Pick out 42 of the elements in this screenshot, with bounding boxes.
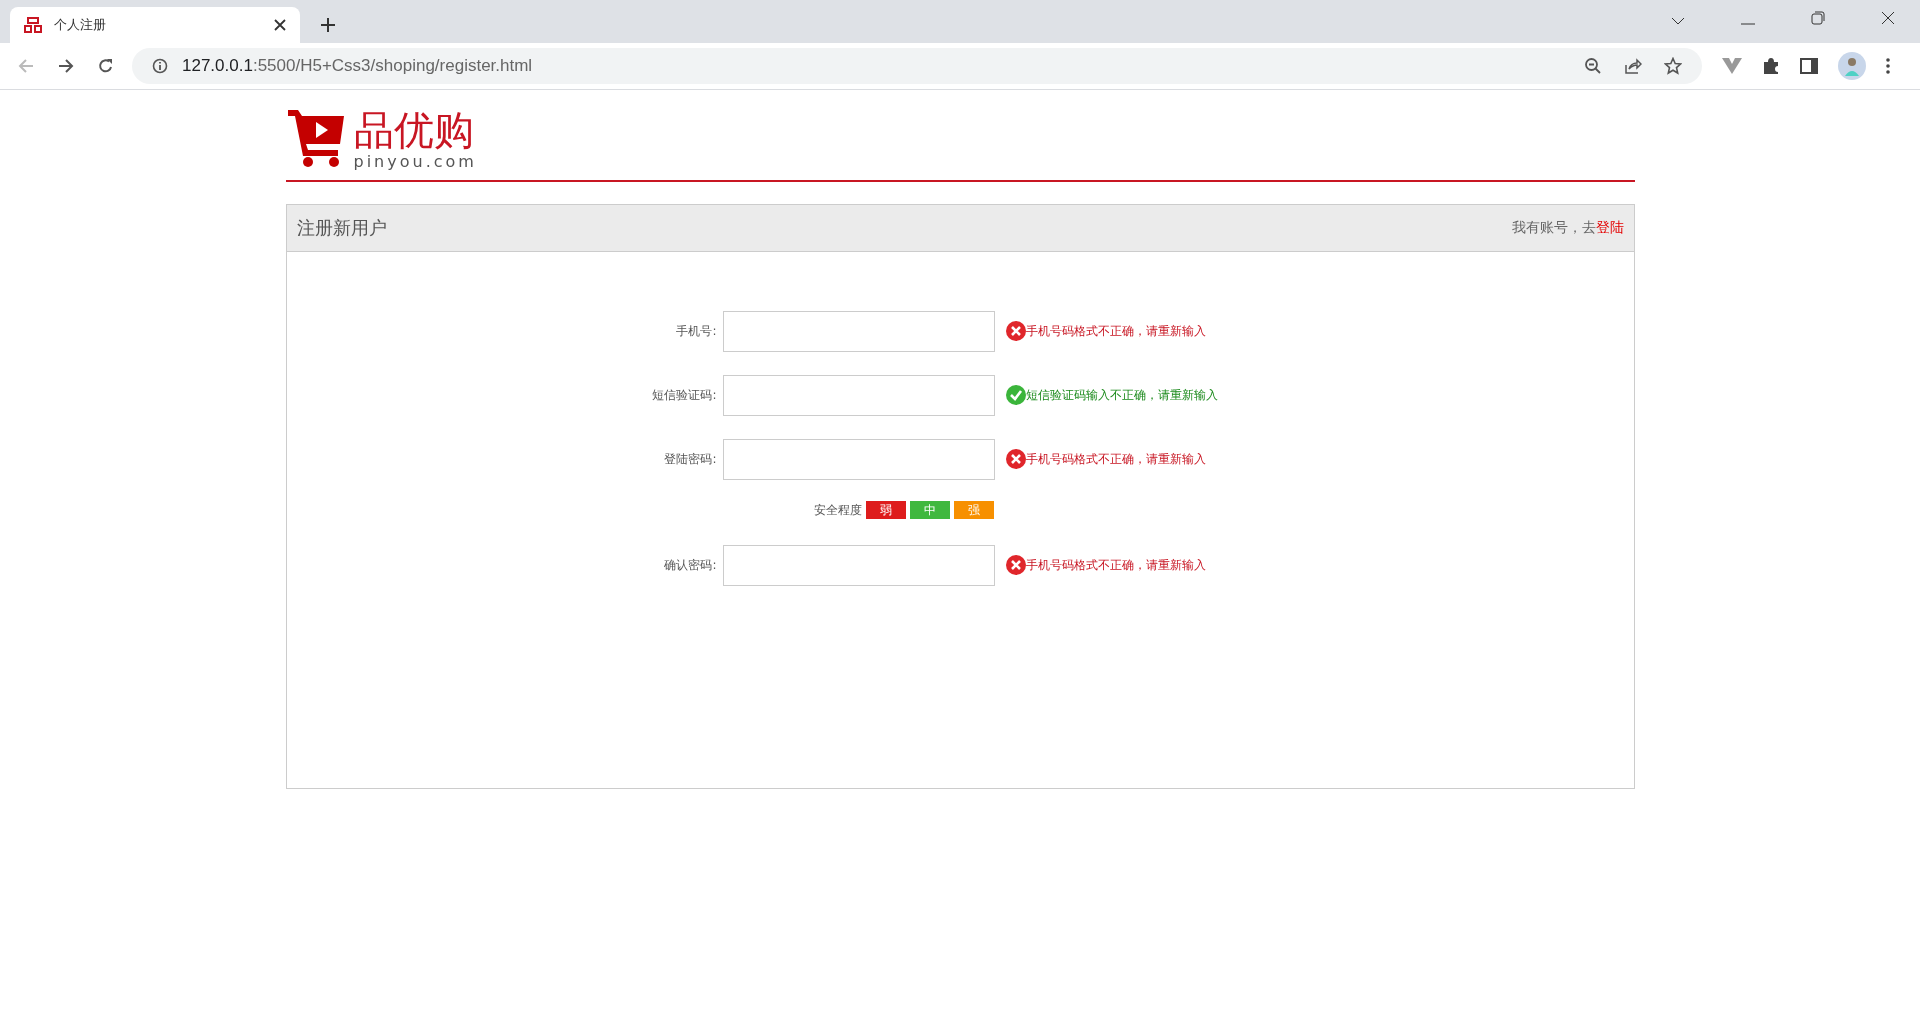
validation-message: 手机号码格式不正确，请重新输入 — [1025, 556, 1206, 574]
address-bar[interactable]: 127.0.0.1:5500/H5+Css3/shoping/register.html — [132, 48, 1702, 84]
field-label: 确认密码: — [663, 556, 718, 574]
input-field[interactable] — [722, 374, 995, 416]
input-field[interactable] — [722, 544, 995, 586]
input-field[interactable] — [722, 438, 995, 480]
reload-icon[interactable] — [98, 58, 114, 74]
share-icon[interactable] — [1624, 57, 1642, 75]
zoom-out-icon[interactable] — [1584, 57, 1602, 75]
plus-icon[interactable] — [320, 17, 336, 33]
close-icon[interactable] — [274, 19, 286, 31]
side-panel-icon[interactable] — [1800, 57, 1818, 75]
strength-level: 弱 — [865, 501, 906, 519]
info-icon — [152, 58, 168, 74]
grid-icon — [24, 17, 42, 33]
browser-tab[interactable]: 个人注册 — [10, 7, 300, 43]
panel-title: 注册新用户 — [296, 216, 387, 240]
field-label: 短信验证码: — [651, 386, 718, 404]
field-label: 登陆密码: — [663, 450, 718, 468]
close-icon[interactable] — [1881, 11, 1895, 25]
avatar-icon[interactable] — [1838, 52, 1866, 80]
logo-name: 品优购 — [353, 107, 475, 152]
field-label: 手机号: — [675, 322, 718, 340]
input-field[interactable] — [722, 310, 995, 352]
validation-message: 手机号码格式不正确，请重新输入 — [1025, 322, 1206, 340]
v-icon[interactable] — [1722, 58, 1742, 74]
forward-icon[interactable] — [58, 58, 74, 74]
restore-icon[interactable] — [1811, 11, 1825, 25]
url-text: 127.0.0.1:5500/H5+Css3/shoping/register.html — [182, 56, 533, 76]
validation-message: 短信验证码输入不正确，请重新输入 — [1025, 386, 1218, 404]
strength-level: 强 — [953, 501, 994, 519]
menu-icon[interactable] — [1886, 58, 1890, 74]
login-prompt: 我有账号，去登陆 — [1511, 219, 1624, 237]
logo-domain: pinyou.com — [353, 151, 477, 171]
strength-level: 中 — [909, 501, 950, 519]
chevron-down-icon[interactable] — [1671, 17, 1685, 25]
strength-label: 安全程度 — [813, 501, 862, 519]
star-icon[interactable] — [1664, 57, 1682, 75]
login-link[interactable]: 登陆 — [1595, 219, 1624, 235]
validation-message: 手机号码格式不正确，请重新输入 — [1025, 450, 1206, 468]
tab-title: 个人注册 — [54, 16, 107, 34]
puzzle-icon[interactable] — [1762, 57, 1780, 75]
